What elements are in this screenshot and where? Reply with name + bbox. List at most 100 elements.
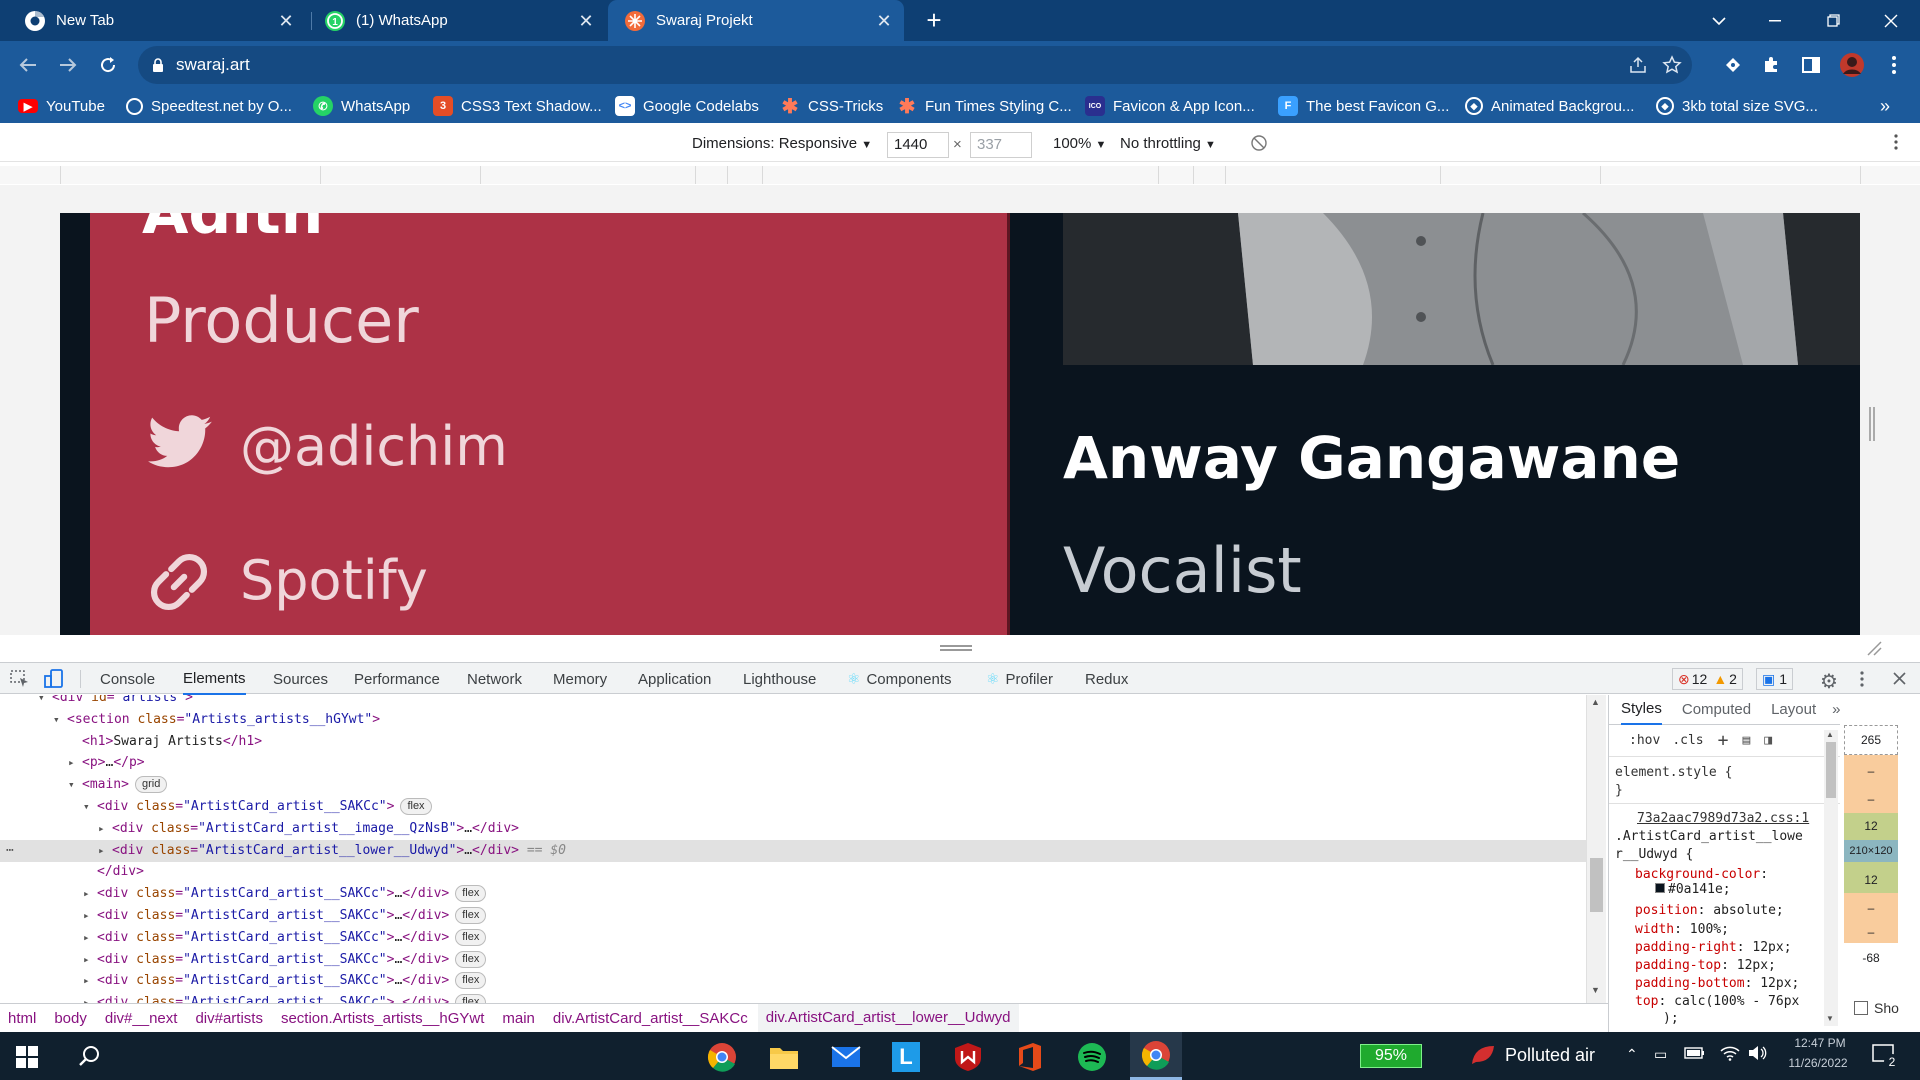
new-tab-button[interactable]: + — [912, 0, 956, 41]
collapse-arrow-icon[interactable]: ▾ — [53, 709, 60, 731]
flex-badge[interactable]: flex — [455, 994, 487, 1003]
css-declaration[interactable]: width: 100%; — [1635, 922, 1729, 937]
width-input[interactable]: 1440 — [887, 132, 949, 158]
height-input[interactable]: 337 — [970, 132, 1032, 158]
wifi-icon[interactable] — [1720, 1045, 1740, 1061]
tab-components[interactable]: ⚛ Components — [847, 663, 952, 695]
rule-selector[interactable]: r__Udwyd { — [1615, 847, 1693, 862]
scroll-up-icon[interactable]: ▲ — [1826, 730, 1834, 739]
battery-tray-icon[interactable] — [1684, 1046, 1706, 1060]
close-tab-icon[interactable]: ✕ — [276, 11, 296, 31]
node-actions-icon[interactable]: ⋯ — [6, 840, 14, 862]
search-icon[interactable] — [78, 1045, 100, 1067]
minimize-button[interactable] — [1752, 0, 1798, 41]
tab-profiler[interactable]: ⚛ Profiler — [986, 663, 1053, 695]
bookmark-favicon-app-icon[interactable]: ICO Favicon & App Icon... — [1085, 89, 1255, 123]
tab-memory[interactable]: Memory — [553, 663, 607, 695]
inspect-element-icon[interactable] — [10, 670, 30, 688]
close-tab-icon[interactable]: ✕ — [576, 11, 596, 31]
dom-node-line[interactable]: ▾ <div id="artists"> — [0, 695, 1586, 709]
tab-sources[interactable]: Sources — [273, 663, 328, 695]
dom-node-line[interactable]: ▸ <div class="ArtistCard_artist__image__Q… — [0, 818, 1586, 840]
breadcrumb-section[interactable]: section.Artists_artists__hGYwt — [281, 1010, 484, 1027]
tab-whatsapp[interactable]: 1 (1) WhatsApp ✕ — [300, 0, 606, 41]
box-position-value[interactable]: 265 — [1844, 725, 1898, 755]
css-declaration[interactable]: position: absolute; — [1635, 903, 1784, 918]
expand-arrow-icon[interactable]: ▸ — [83, 970, 90, 992]
tab-swaraj[interactable]: Swaraj Projekt ✕ — [608, 0, 904, 41]
expand-arrow-icon[interactable]: ▸ — [98, 840, 105, 862]
issues-counter[interactable]: ⊗ 12 ▲ 2 — [1672, 668, 1743, 690]
weather-label[interactable]: Polluted air — [1505, 1045, 1595, 1066]
tab-console[interactable]: Console — [100, 663, 155, 695]
mcafee-icon[interactable] — [946, 1038, 990, 1076]
class-toggle[interactable]: .cls — [1672, 733, 1703, 748]
bookmark-fun-times[interactable]: ✱ Fun Times Styling C... — [897, 89, 1072, 123]
avatar[interactable] — [1838, 51, 1866, 79]
rotate-icon[interactable] — [1250, 134, 1268, 152]
viewport-height-handle[interactable] — [940, 643, 972, 653]
flex-badge[interactable]: flex — [455, 928, 487, 946]
viewport-width-handle[interactable] — [1869, 407, 1875, 441]
grid-badge[interactable]: grid — [134, 776, 168, 794]
spotify-link[interactable]: Spotify — [240, 549, 428, 613]
restore-button[interactable] — [1810, 0, 1856, 41]
css-declaration[interactable]: background-color: #0a141e; — [1635, 867, 1768, 897]
spotify-icon[interactable] — [1070, 1038, 1114, 1076]
element-style-rule[interactable]: element.style { — [1615, 765, 1732, 780]
box-content-value[interactable]: 210×120 — [1844, 840, 1898, 862]
bookmark-best-favicon[interactable]: F The best Favicon G... — [1278, 89, 1449, 123]
close-tab-icon[interactable]: ✕ — [874, 11, 894, 31]
dom-node-line[interactable]: ▸ <div class="ArtistCard_artist__SAKCc">…… — [0, 949, 1586, 971]
expand-arrow-icon[interactable]: ▸ — [68, 752, 75, 774]
expand-arrow-icon[interactable]: ▸ — [83, 927, 90, 949]
box-border-bottom-value[interactable]: – — [1844, 901, 1898, 915]
address-bar[interactable]: swaraj.art — [138, 46, 1692, 84]
l-app-icon[interactable]: L — [884, 1038, 928, 1076]
close-devtools-icon[interactable] — [1893, 672, 1906, 685]
clock-time[interactable]: 12:47 PM — [1780, 1036, 1860, 1050]
breadcrumb-next[interactable]: div#__next — [105, 1010, 178, 1027]
flex-badge[interactable]: flex — [455, 907, 487, 924]
dom-node-line[interactable]: ▾ <section class="Artists_artists__hGYwt"… — [0, 709, 1586, 731]
flex-badge[interactable]: flex — [455, 972, 487, 990]
collapse-arrow-icon[interactable]: ▾ — [83, 796, 90, 818]
twitter-handle[interactable]: @adichim — [240, 415, 508, 479]
dom-node-line[interactable]: ▾ <main> grid — [0, 774, 1586, 796]
box-margin-bottom-value[interactable]: – — [1844, 925, 1898, 939]
throttling-dropdown[interactable]: No throttling ▼ — [1120, 135, 1216, 152]
breadcrumb-artist-lower[interactable]: div.ArtistCard_artist__lower__Udwyd — [757, 1004, 1019, 1032]
office-icon[interactable] — [1008, 1038, 1052, 1076]
tab-new-tab[interactable]: New Tab ✕ — [0, 0, 306, 41]
device-toggle-icon[interactable] — [44, 669, 64, 689]
side-panel-icon[interactable] — [1797, 51, 1825, 79]
more-bookmarks-chevron-icon[interactable]: » — [1880, 89, 1890, 123]
tab-application[interactable]: Application — [638, 663, 711, 695]
bookmark-youtube[interactable]: ▶ YouTube — [18, 89, 105, 123]
tab-styles[interactable]: Styles — [1621, 695, 1662, 725]
collapse-arrow-icon[interactable]: ▾ — [68, 774, 75, 796]
windows-start-icon[interactable] — [16, 1046, 38, 1068]
bookmark-animated-backgrounds[interactable]: ◆ Animated Backgrou... — [1465, 89, 1634, 123]
dom-node-line[interactable]: ▸ <p>…</p> — [0, 752, 1586, 774]
box-margin-value[interactable]: – — [1844, 764, 1898, 778]
tab-elements[interactable]: Elements — [183, 663, 246, 695]
css-declaration[interactable]: padding-top: 12px; — [1635, 958, 1776, 973]
css-declaration[interactable]: padding-bottom: 12px; — [1635, 976, 1799, 991]
zoom-dropdown[interactable]: 100% ▼ — [1053, 135, 1106, 152]
chrome-menu-icon[interactable] — [1880, 51, 1908, 79]
tab-search-chevron-icon[interactable] — [1696, 0, 1742, 41]
close-window-button[interactable] — [1868, 0, 1914, 41]
expand-arrow-icon[interactable]: ▸ — [83, 949, 90, 971]
dom-node-line[interactable]: ▸ <div class="ArtistCard_artist__SAKCc">…… — [0, 970, 1586, 992]
bookmark-star-icon[interactable] — [1662, 55, 1682, 75]
box-padding-bottom-value[interactable]: 12 — [1844, 873, 1898, 887]
breadcrumb-artists[interactable]: div#artists — [195, 1010, 263, 1027]
box-position-bottom-value[interactable]: -68 — [1844, 951, 1898, 965]
bookmark-speedtest[interactable]: Speedtest.net by O... — [126, 89, 292, 123]
flex-badge[interactable]: flex — [455, 885, 487, 903]
tab-lighthouse[interactable]: Lighthouse — [743, 663, 816, 695]
box-border-value[interactable]: – — [1844, 792, 1898, 806]
forward-button[interactable] — [52, 49, 84, 81]
flex-badge[interactable]: flex — [400, 798, 432, 815]
